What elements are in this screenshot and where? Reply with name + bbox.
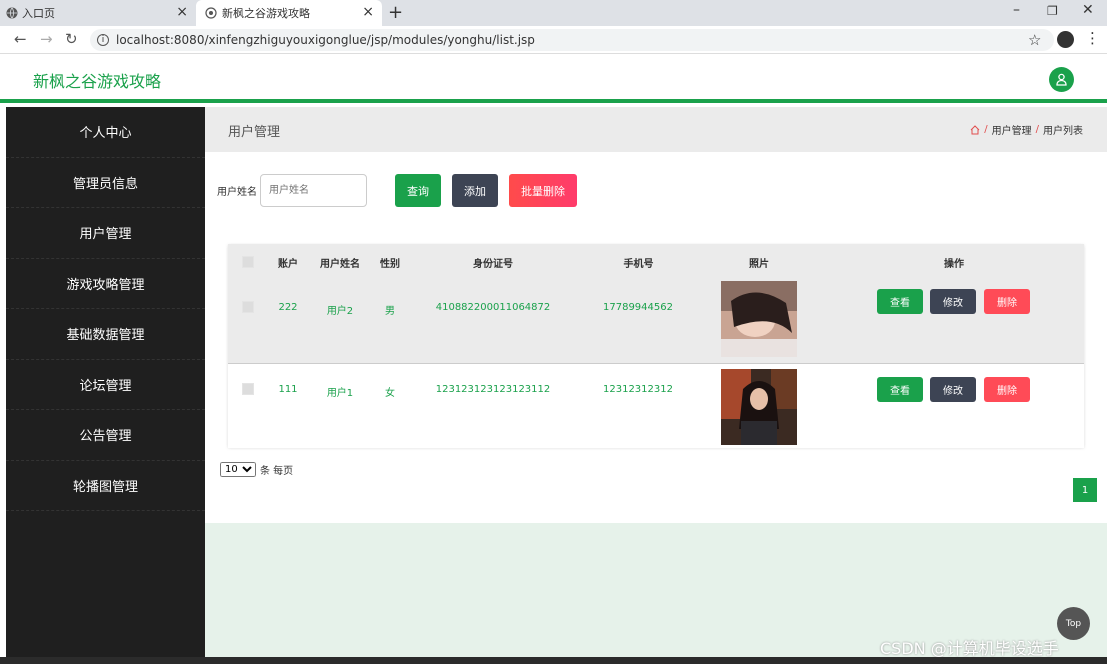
sidebar-item-admin-info[interactable]: 管理员信息 bbox=[6, 158, 205, 208]
bookmark-star-icon[interactable]: ☆ bbox=[1028, 31, 1041, 49]
page-number-button[interactable]: 1 bbox=[1073, 478, 1097, 502]
breadcrumb: / 用户管理 / 用户列表 bbox=[970, 122, 1083, 137]
sidebar-item-game-guide[interactable]: 游戏攻略管理 bbox=[6, 259, 205, 309]
user-avatar[interactable] bbox=[1049, 67, 1074, 92]
watermark: CSDN @计算机毕设选手 bbox=[880, 639, 1059, 658]
breadcrumb-item: 用户列表 bbox=[1043, 126, 1083, 137]
sidebar-item-label: 管理员信息 bbox=[72, 176, 138, 192]
user-icon bbox=[1056, 73, 1067, 86]
window-close-icon[interactable]: ✕ bbox=[1082, 2, 1094, 18]
header-id-number: 身份证号 bbox=[473, 259, 513, 270]
view-button[interactable]: 查看 bbox=[877, 377, 923, 402]
close-tab-icon[interactable]: × bbox=[176, 4, 188, 20]
select-all-checkbox[interactable] bbox=[242, 256, 254, 268]
browser-menu-icon[interactable]: ⋮ bbox=[1085, 29, 1100, 47]
breadcrumb-separator: / bbox=[1035, 124, 1039, 135]
header-name: 用户姓名 bbox=[320, 259, 360, 270]
cell-gender: 男 bbox=[385, 306, 395, 317]
breadcrumb-separator: / bbox=[984, 124, 988, 135]
cell-id-number: 123123123123123112 bbox=[435, 384, 551, 395]
os-taskbar bbox=[0, 657, 1107, 664]
header-phone: 手机号 bbox=[623, 259, 654, 270]
edit-button[interactable]: 修改 bbox=[930, 289, 976, 314]
sidebar-item-announcement[interactable]: 公告管理 bbox=[6, 410, 205, 461]
user-photo bbox=[721, 369, 797, 445]
cell-gender: 女 bbox=[385, 388, 395, 399]
sidebar-item-personal-center[interactable]: 个人中心 bbox=[6, 107, 205, 158]
breadcrumb-item[interactable]: 用户管理 bbox=[992, 122, 1032, 137]
tab-title: 入口页 bbox=[22, 7, 55, 20]
sidebar-item-label: 用户管理 bbox=[79, 227, 132, 243]
header-account: 账户 bbox=[278, 259, 298, 270]
batch-delete-button[interactable]: 批量删除 bbox=[509, 174, 577, 207]
cell-account: 222 bbox=[278, 302, 298, 313]
brand-title: 新枫之谷游戏攻略 bbox=[33, 72, 162, 91]
tab-title: 新枫之谷游戏攻略 bbox=[222, 7, 310, 20]
sidebar-item-label: 轮播图管理 bbox=[72, 479, 138, 495]
row-checkbox[interactable] bbox=[242, 301, 254, 313]
browser-tab-entry[interactable]: 入口页 × bbox=[0, 0, 196, 26]
search-bar: 用户姓名 bbox=[217, 174, 367, 207]
url-field[interactable]: i localhost:8080/xinfengzhiguyouxigonglu… bbox=[90, 29, 1054, 51]
sidebar: 个人中心 管理员信息 用户管理 游戏攻略管理 基础数据管理 论坛管理 公告管理 … bbox=[6, 107, 205, 657]
main-content: 用户管理 / 用户管理 / 用户列表 用户姓名 查询 添加 批量删除 账户 用户… bbox=[205, 107, 1107, 657]
page-size-select[interactable]: 10 bbox=[220, 462, 256, 477]
cell-id-number: 410882200011064872 bbox=[435, 302, 551, 313]
address-bar: ← → ↻ i localhost:8080/xinfengzhiguyouxi… bbox=[0, 26, 1107, 54]
back-to-top-button[interactable]: Top bbox=[1057, 607, 1090, 640]
restore-icon[interactable]: ❐ bbox=[1047, 4, 1058, 18]
edit-button[interactable]: 修改 bbox=[930, 377, 976, 402]
table-row: 222 用户2 男 410882200011064872 17789944562… bbox=[228, 281, 1084, 364]
header-photo: 照片 bbox=[749, 259, 769, 270]
cell-name: 用户1 bbox=[326, 388, 354, 399]
forward-icon[interactable]: → bbox=[40, 30, 53, 48]
table-row: 111 用户1 女 123123123123123112 12312312312… bbox=[228, 365, 1084, 448]
site-info-icon[interactable]: i bbox=[97, 34, 109, 46]
search-input[interactable] bbox=[260, 174, 367, 207]
per-page-label: 条 每页 bbox=[260, 466, 294, 477]
user-table: 账户 用户姓名 性别 身份证号 手机号 照片 操作 222 用户2 男 4108… bbox=[228, 244, 1084, 448]
pagination-size: 10 条 每页 bbox=[220, 462, 293, 477]
sidebar-item-user-management[interactable]: 用户管理 bbox=[6, 208, 205, 259]
table-header: 账户 用户姓名 性别 身份证号 手机号 照片 操作 bbox=[228, 244, 1084, 282]
delete-button[interactable]: 删除 bbox=[984, 377, 1030, 402]
sidebar-item-forum[interactable]: 论坛管理 bbox=[6, 360, 205, 410]
close-tab-icon[interactable]: × bbox=[362, 4, 374, 20]
sidebar-item-label: 个人中心 bbox=[79, 126, 132, 142]
sidebar-item-carousel[interactable]: 轮播图管理 bbox=[6, 461, 205, 511]
home-icon[interactable] bbox=[970, 124, 980, 135]
sidebar-item-label: 论坛管理 bbox=[79, 378, 132, 394]
breadcrumb-bar: 用户管理 / 用户管理 / 用户列表 bbox=[205, 107, 1107, 152]
header-actions: 操作 bbox=[944, 259, 964, 270]
cell-account: 111 bbox=[278, 384, 298, 395]
minimize-icon[interactable]: – bbox=[1013, 2, 1020, 18]
row-checkbox[interactable] bbox=[242, 383, 254, 395]
browser-tab-active[interactable]: 新枫之谷游戏攻略 × bbox=[196, 0, 382, 26]
cell-name: 用户2 bbox=[326, 306, 354, 317]
sidebar-item-label: 基础数据管理 bbox=[66, 328, 145, 344]
cell-phone: 17789944562 bbox=[603, 302, 673, 313]
view-button[interactable]: 查看 bbox=[877, 289, 923, 314]
account-icon[interactable] bbox=[1057, 31, 1074, 48]
page-title: 用户管理 bbox=[228, 125, 281, 140]
query-button[interactable]: 查询 bbox=[395, 174, 441, 207]
sidebar-item-basic-data[interactable]: 基础数据管理 bbox=[6, 309, 205, 360]
globe-icon bbox=[6, 7, 18, 19]
sidebar-item-label: 游戏攻略管理 bbox=[66, 277, 145, 293]
shield-icon bbox=[205, 7, 217, 19]
url-text: localhost:8080/xinfengzhiguyouxigonglue/… bbox=[116, 33, 535, 47]
cell-phone: 12312312312 bbox=[603, 384, 673, 395]
back-icon[interactable]: ← bbox=[14, 30, 27, 48]
browser-tab-bar: 入口页 × 新枫之谷游戏攻略 × + – ❐ ✕ bbox=[0, 0, 1107, 26]
delete-button[interactable]: 删除 bbox=[984, 289, 1030, 314]
user-photo bbox=[721, 281, 797, 357]
search-label: 用户姓名 bbox=[217, 187, 257, 198]
new-tab-button[interactable]: + bbox=[388, 2, 403, 23]
header-gender: 性别 bbox=[380, 259, 400, 270]
reload-icon[interactable]: ↻ bbox=[65, 30, 78, 48]
add-button[interactable]: 添加 bbox=[452, 174, 498, 207]
app-header: 新枫之谷游戏攻略 bbox=[0, 55, 1107, 103]
sidebar-item-label: 公告管理 bbox=[79, 429, 132, 445]
